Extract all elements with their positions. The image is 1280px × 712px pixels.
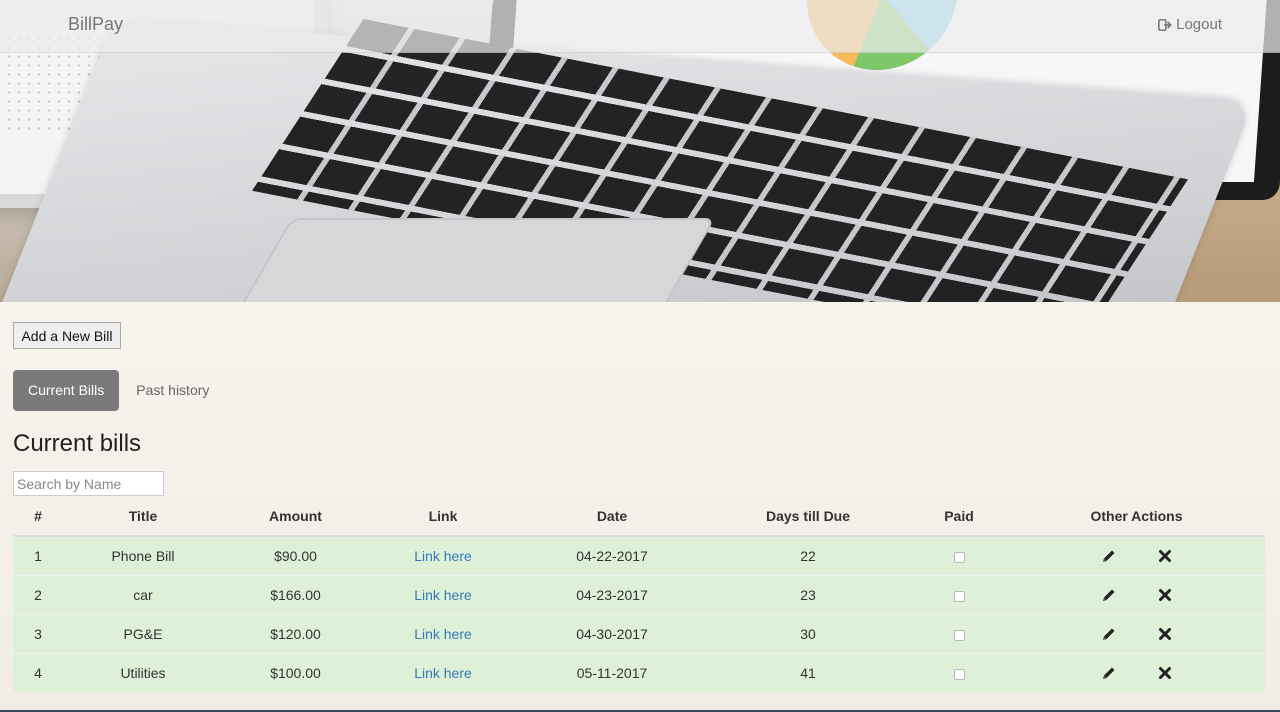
- cell-amount: $90.00: [223, 535, 368, 576]
- search-input[interactable]: [13, 471, 164, 496]
- navbar: BillPay Logout: [0, 0, 1280, 53]
- cell-amount: $166.00: [223, 575, 368, 615]
- laptop-trackpad-image: [208, 218, 716, 302]
- table-row: 4 Utilities $100.00 Link here 05-11-2017…: [13, 653, 1265, 692]
- table-row: 3 PG&E $120.00 Link here 04-30-2017 30: [13, 614, 1265, 654]
- cell-other-actions: [1008, 614, 1265, 654]
- cell-paid: [910, 614, 1008, 654]
- cell-days-till-due: 22: [706, 535, 910, 576]
- pencil-icon[interactable]: [1101, 587, 1117, 603]
- cell-link: Link here: [368, 614, 518, 654]
- table-header-row: # Title Amount Link Date Days till Due P…: [13, 497, 1265, 537]
- bill-link[interactable]: Link here: [414, 626, 472, 642]
- pencil-icon[interactable]: [1101, 665, 1117, 681]
- cell-paid: [910, 535, 1008, 576]
- column-header-days-till-due: Days till Due: [706, 497, 910, 537]
- cell-title: PG&E: [63, 614, 223, 654]
- brand-link[interactable]: BillPay: [68, 14, 123, 35]
- cell-other-actions: [1008, 575, 1265, 615]
- table-row: 1 Phone Bill $90.00 Link here 04-22-2017…: [13, 535, 1265, 576]
- cell-other-actions: [1008, 653, 1265, 692]
- column-header-link: Link: [368, 497, 518, 537]
- cell-days-till-due: 23: [706, 575, 910, 615]
- cell-number: 1: [13, 535, 63, 576]
- cell-title: car: [63, 575, 223, 615]
- cell-link: Link here: [368, 653, 518, 692]
- cell-amount: $120.00: [223, 614, 368, 654]
- bill-tabs: Current Bills Past history: [13, 370, 224, 411]
- column-header-date: Date: [518, 497, 706, 537]
- cell-number: 2: [13, 575, 63, 615]
- cell-date: 04-22-2017: [518, 535, 706, 576]
- remove-icon[interactable]: [1157, 587, 1173, 603]
- tab-past-history[interactable]: Past history: [121, 370, 224, 411]
- sign-out-icon: [1158, 18, 1173, 31]
- pencil-icon[interactable]: [1101, 626, 1117, 642]
- paid-checkbox[interactable]: [953, 590, 965, 602]
- cell-date: 05-11-2017: [518, 653, 706, 692]
- cell-number: 3: [13, 614, 63, 654]
- logout-label: Logout: [1176, 16, 1222, 33]
- bills-table: # Title Amount Link Date Days till Due P…: [13, 497, 1265, 692]
- cell-date: 04-30-2017: [518, 614, 706, 654]
- cell-paid: [910, 653, 1008, 692]
- tab-current-bills[interactable]: Current Bills: [13, 370, 120, 411]
- table-row: 2 car $166.00 Link here 04-23-2017 23: [13, 575, 1265, 615]
- remove-icon[interactable]: [1157, 665, 1173, 681]
- remove-icon[interactable]: [1157, 548, 1173, 564]
- bill-link[interactable]: Link here: [414, 548, 472, 564]
- paid-checkbox[interactable]: [953, 668, 965, 680]
- cell-days-till-due: 41: [706, 653, 910, 692]
- cell-title: Utilities: [63, 653, 223, 692]
- column-header-paid: Paid: [910, 497, 1008, 537]
- pencil-icon[interactable]: [1101, 548, 1117, 564]
- cell-title: Phone Bill: [63, 535, 223, 576]
- page-title: Current bills: [13, 430, 142, 457]
- cell-number: 4: [13, 653, 63, 692]
- cell-paid: [910, 575, 1008, 615]
- cell-other-actions: [1008, 535, 1265, 576]
- paid-checkbox[interactable]: [953, 551, 965, 563]
- column-header-other-actions: Other Actions: [1008, 497, 1265, 537]
- cell-link: Link here: [368, 575, 518, 615]
- paid-checkbox[interactable]: [953, 629, 965, 641]
- remove-icon[interactable]: [1157, 626, 1173, 642]
- column-header-amount: Amount: [223, 497, 368, 537]
- cell-amount: $100.00: [223, 653, 368, 692]
- column-header-number: #: [13, 497, 63, 537]
- cell-link: Link here: [368, 535, 518, 576]
- cell-days-till-due: 30: [706, 614, 910, 654]
- logout-link[interactable]: Logout: [1158, 16, 1222, 33]
- column-header-title: Title: [63, 497, 223, 537]
- bill-link[interactable]: Link here: [414, 587, 472, 603]
- add-new-bill-button[interactable]: Add a New Bill: [13, 322, 121, 349]
- cell-date: 04-23-2017: [518, 575, 706, 615]
- bill-link[interactable]: Link here: [414, 665, 472, 681]
